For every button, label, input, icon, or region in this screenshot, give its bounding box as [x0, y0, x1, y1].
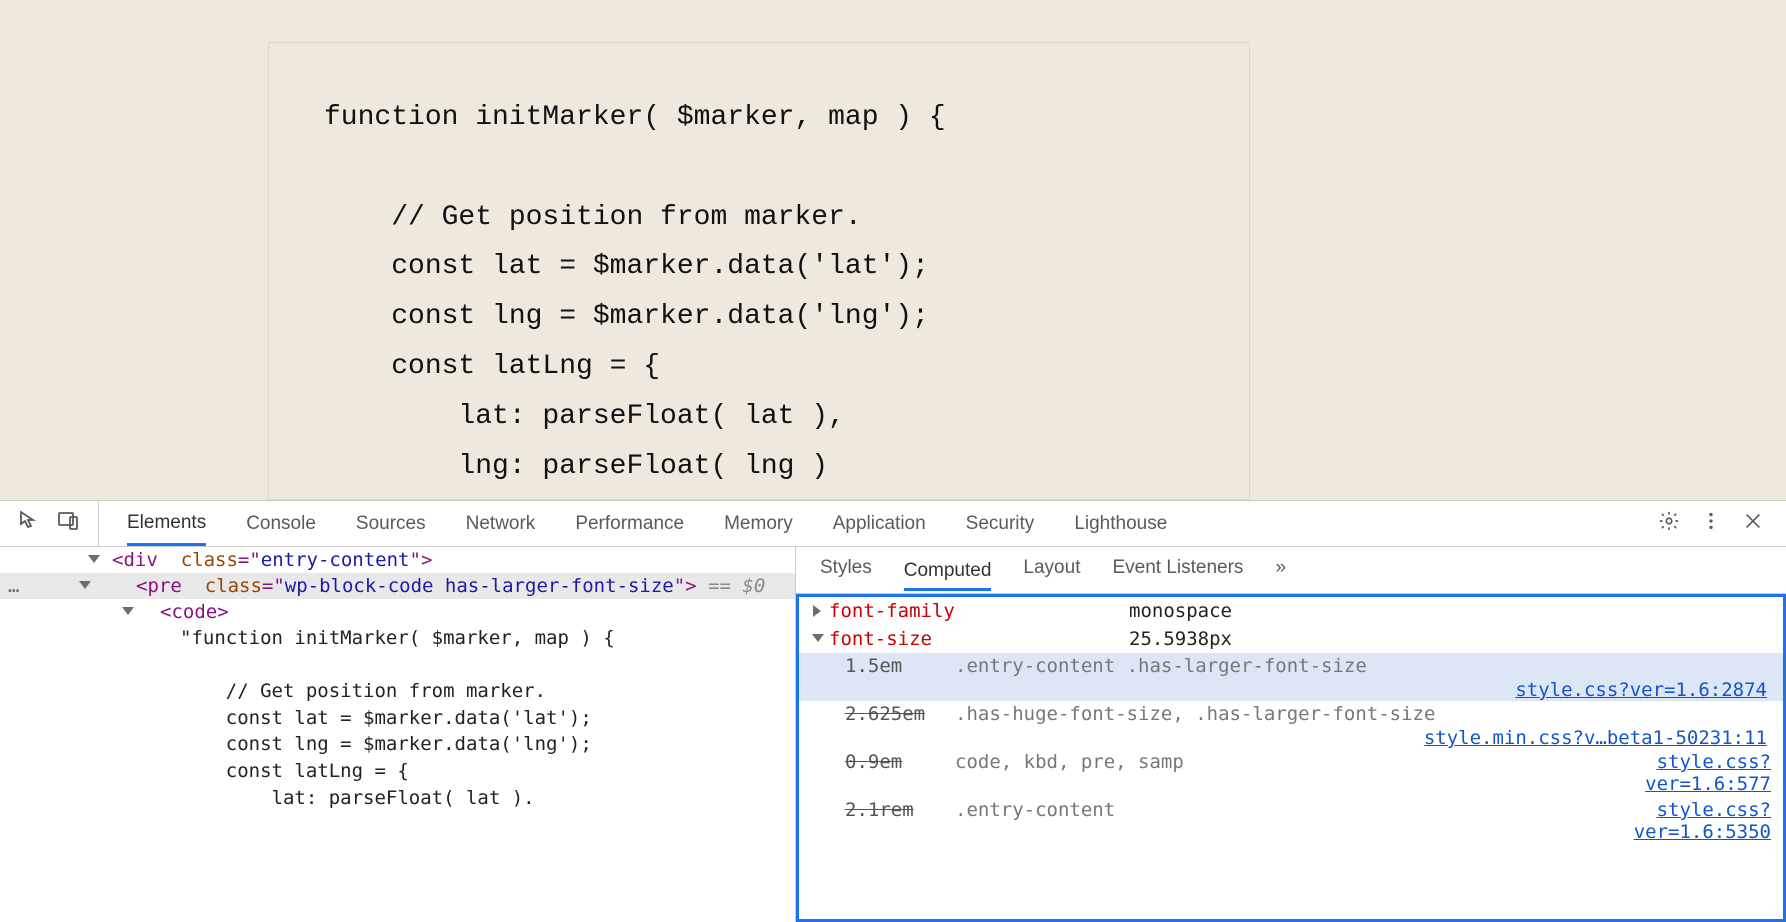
- style-source-link-row: style.css?ver=1.6:2874: [799, 679, 1783, 701]
- tab-computed[interactable]: Computed: [904, 560, 992, 591]
- dom-text-node[interactable]: "function initMarker( $marker, map ) { /…: [0, 625, 795, 811]
- tab-performance[interactable]: Performance: [575, 503, 684, 544]
- computed-prop-font-family[interactable]: font-family monospace: [799, 597, 1783, 625]
- devtools-tabs: Elements Console Sources Network Perform…: [99, 502, 1636, 545]
- tab-sources[interactable]: Sources: [356, 503, 426, 544]
- styles-sidebar: Styles Computed Layout Event Listeners »…: [796, 547, 1786, 922]
- style-source-row[interactable]: 2.625em .has-huge-font-size, .has-larger…: [799, 701, 1783, 727]
- style-source-row[interactable]: 1.5em .entry-content .has-larger-font-si…: [799, 653, 1783, 679]
- device-toggle-icon[interactable]: [56, 509, 80, 539]
- code-block-container: function initMarker( $marker, map ) { //…: [268, 42, 1250, 500]
- disclosure-triangle-down-icon[interactable]: [812, 634, 824, 644]
- computed-prop-font-size[interactable]: font-size 25.5938px: [799, 625, 1783, 653]
- dom-tree-panel[interactable]: <div class="entry-content"> … <pre class…: [0, 547, 796, 922]
- code-block: function initMarker( $marker, map ) { //…: [324, 93, 1194, 492]
- tab-network[interactable]: Network: [466, 503, 536, 544]
- tab-elements[interactable]: Elements: [127, 502, 206, 546]
- tab-styles[interactable]: Styles: [820, 557, 872, 585]
- ellipsis-icon[interactable]: …: [8, 575, 21, 597]
- page-preview: function initMarker( $marker, map ) { //…: [0, 0, 1786, 500]
- stylesheet-link[interactable]: style.css?ver=1.6:5350: [1634, 799, 1771, 843]
- disclosure-triangle-down-icon[interactable]: [88, 555, 100, 565]
- stylesheet-link[interactable]: style.css?ver=1.6:577: [1645, 751, 1771, 795]
- style-source-row[interactable]: 2.1rem .entry-content style.css?ver=1.6:…: [799, 797, 1783, 845]
- tab-event-listeners[interactable]: Event Listeners: [1112, 557, 1243, 585]
- dom-node-pre-selected[interactable]: … <pre class="wp-block-code has-larger-f…: [0, 573, 795, 599]
- tab-security[interactable]: Security: [966, 503, 1035, 544]
- style-source-row[interactable]: 0.9em code, kbd, pre, samp style.css?ver…: [799, 749, 1783, 797]
- stylesheet-link[interactable]: style.css?ver=1.6:2874: [1515, 679, 1767, 701]
- styles-tabbar: Styles Computed Layout Event Listeners »: [796, 547, 1786, 594]
- tab-console[interactable]: Console: [246, 503, 316, 544]
- tab-application[interactable]: Application: [833, 503, 926, 544]
- dom-node-code[interactable]: <code>: [0, 599, 795, 625]
- stylesheet-link[interactable]: style.min.css?v…beta1-50231:11: [1424, 727, 1767, 749]
- tabs-overflow-icon[interactable]: »: [1275, 557, 1286, 585]
- devtools-panel: Elements Console Sources Network Perform…: [0, 500, 1786, 922]
- disclosure-triangle-right-icon[interactable]: [813, 605, 823, 617]
- devtools-tabbar: Elements Console Sources Network Perform…: [0, 501, 1786, 547]
- devtools-body: <div class="entry-content"> … <pre class…: [0, 547, 1786, 922]
- style-source-link-row: style.min.css?v…beta1-50231:11: [799, 727, 1783, 749]
- gear-icon[interactable]: [1658, 510, 1680, 538]
- kebab-icon[interactable]: [1700, 510, 1722, 538]
- disclosure-triangle-down-icon[interactable]: [79, 581, 91, 591]
- inspect-icon[interactable]: [18, 509, 42, 539]
- computed-properties[interactable]: font-family monospace font-size 25.5938p…: [796, 594, 1786, 922]
- dom-node-div[interactable]: <div class="entry-content">: [0, 547, 795, 573]
- tab-lighthouse[interactable]: Lighthouse: [1074, 503, 1167, 544]
- tab-layout[interactable]: Layout: [1023, 557, 1080, 585]
- tab-memory[interactable]: Memory: [724, 503, 793, 544]
- close-icon[interactable]: [1742, 510, 1764, 538]
